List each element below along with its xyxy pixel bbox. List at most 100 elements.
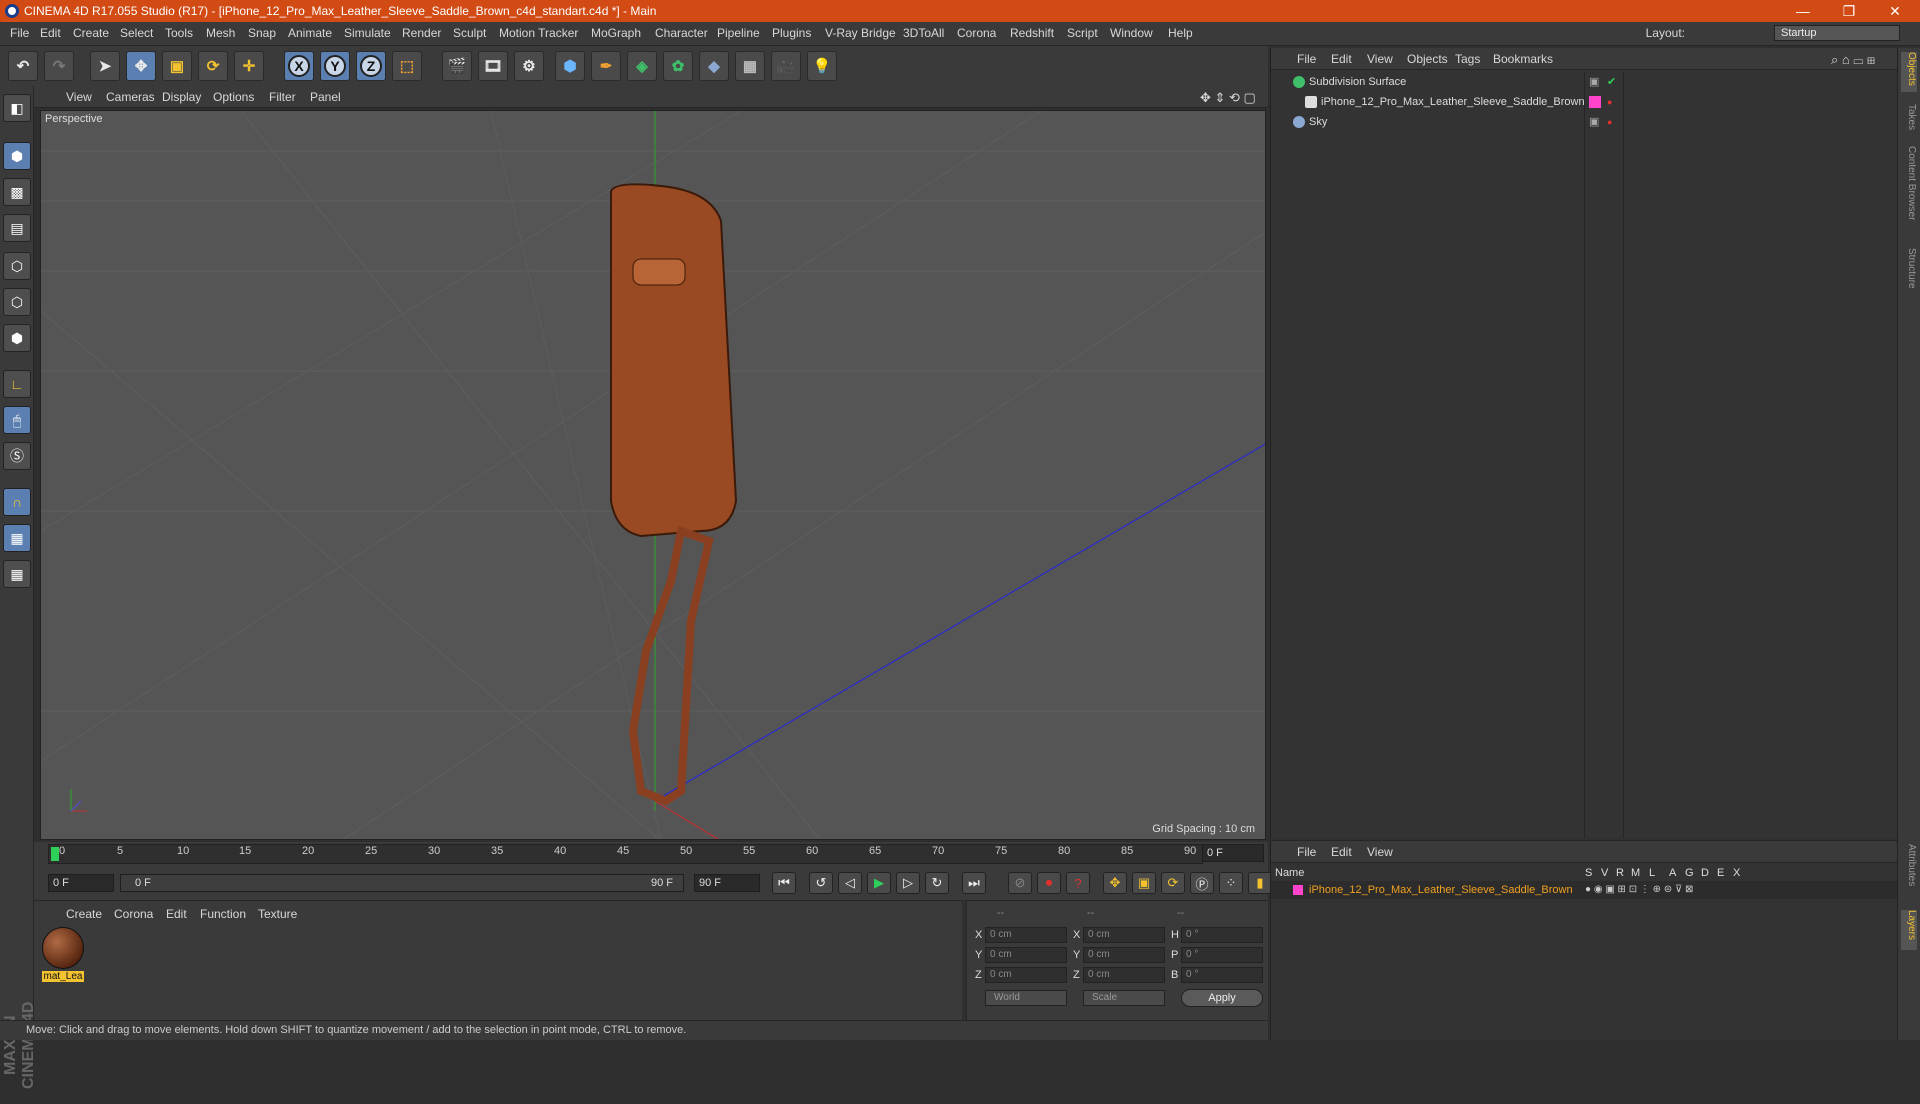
camera-icon[interactable]: 🎥: [771, 51, 801, 81]
tab-objects[interactable]: Objects: [1901, 52, 1917, 92]
visibility-toggle-icon[interactable]: ▣: [1589, 72, 1599, 92]
layer-toggle-icons[interactable]: ● ◉ ▣ ⊞ ⊡ ⋮ ⊕ ⊜ ⊽ ⊠: [1585, 881, 1693, 899]
points-mode-icon[interactable]: ⬡: [3, 252, 31, 280]
layer-color-swatch[interactable]: [1589, 96, 1601, 108]
menu-redshift[interactable]: Redshift: [1010, 26, 1054, 40]
position-z-field[interactable]: 0 cm: [985, 967, 1067, 983]
menu-help[interactable]: Help: [1168, 26, 1193, 40]
go-to-end-icon[interactable]: ⏭: [962, 872, 986, 894]
autokey-icon[interactable]: ?: [1066, 872, 1090, 894]
menu-window[interactable]: Window: [1110, 26, 1153, 40]
coordinate-system-icon[interactable]: ⬚: [392, 51, 422, 81]
object-menu-objects[interactable]: Objects: [1407, 52, 1448, 66]
menu-vray-bridge[interactable]: V-Ray Bridge: [825, 26, 896, 40]
keyframe-selection-icon[interactable]: ⊘: [1008, 872, 1032, 894]
menu-corona[interactable]: Corona: [957, 26, 996, 40]
visibility-dots-icon[interactable]: ●: [1607, 92, 1612, 112]
timeline-window-icon[interactable]: ▮: [1248, 872, 1272, 894]
spline-pen-icon[interactable]: ✒: [591, 51, 621, 81]
key-pla-icon[interactable]: ⁘: [1219, 872, 1243, 894]
edges-mode-icon[interactable]: ⬡: [3, 288, 31, 316]
viewport-menu-display[interactable]: Display: [162, 90, 201, 104]
object-menu-file[interactable]: File: [1297, 52, 1316, 66]
viewport-menu-panel[interactable]: Panel: [310, 90, 341, 104]
undo-icon[interactable]: ↶: [8, 51, 38, 81]
select-arrow-icon[interactable]: ➤: [90, 51, 120, 81]
key-rotation-icon[interactable]: ⟳: [1161, 872, 1185, 894]
viewport-menu-filter[interactable]: Filter: [269, 90, 296, 104]
subdivision-surface-icon[interactable]: ◈: [627, 51, 657, 81]
menu-sculpt[interactable]: Sculpt: [453, 26, 486, 40]
visibility-toggle-icon[interactable]: ▣: [1589, 112, 1599, 132]
playhead-marker[interactable]: [51, 847, 59, 861]
viewport-menu-view[interactable]: View: [66, 90, 92, 104]
polygons-mode-icon[interactable]: ⬢: [3, 324, 31, 352]
play-icon[interactable]: ▶: [867, 872, 891, 894]
object-row[interactable]: iPhone_12_Pro_Max_Leather_Sleeve_Saddle_…: [1273, 92, 1893, 112]
position-x-field[interactable]: 0 cm: [985, 927, 1067, 943]
object-menu-tags[interactable]: Tags: [1455, 52, 1480, 66]
object-menu-edit[interactable]: Edit: [1331, 52, 1352, 66]
cube-primitive-icon[interactable]: ⬢: [555, 51, 585, 81]
menu-render[interactable]: Render: [402, 26, 441, 40]
end-frame-field[interactable]: 90 F: [694, 874, 760, 892]
menu-simulate[interactable]: Simulate: [344, 26, 391, 40]
visibility-dots-icon[interactable]: ●: [1607, 112, 1612, 132]
x-axis-lock-button[interactable]: X: [284, 51, 314, 81]
perspective-viewport[interactable]: Perspective Grid Spacing : 10 cm: [40, 110, 1266, 840]
redo-icon[interactable]: ↷: [44, 51, 74, 81]
workplane-align-icon[interactable]: ▦: [3, 560, 31, 588]
object-search-icon[interactable]: ⌕ ⌂ ▭ ⊞: [1831, 52, 1875, 68]
floor-scene-icon[interactable]: ▦: [735, 51, 765, 81]
material-name[interactable]: mat_Lea: [42, 971, 84, 982]
snapping-icon[interactable]: Ⓢ: [3, 442, 31, 470]
position-y-field[interactable]: 0 cm: [985, 947, 1067, 963]
key-scale-icon[interactable]: ▣: [1132, 872, 1156, 894]
next-frame-icon[interactable]: ▷: [896, 872, 920, 894]
go-to-start-icon[interactable]: ⏮: [772, 872, 796, 894]
z-axis-lock-button[interactable]: Z: [356, 51, 386, 81]
size-y-field[interactable]: 0 cm: [1083, 947, 1165, 963]
tab-structure[interactable]: Structure: [1901, 248, 1917, 298]
y-axis-lock-button[interactable]: Y: [320, 51, 350, 81]
layer-menu-view[interactable]: View: [1367, 845, 1393, 859]
object-row[interactable]: Subdivision Surface ▣ ✔: [1273, 72, 1893, 92]
make-editable-icon[interactable]: ◧: [3, 94, 31, 122]
layer-color-swatch[interactable]: [1293, 885, 1303, 895]
menu-mograph[interactable]: MoGraph: [591, 26, 641, 40]
record-active-icon[interactable]: ⏺: [1037, 872, 1061, 894]
render-view-icon[interactable]: 🎬: [442, 51, 472, 81]
texture-mode-icon[interactable]: ▩: [3, 178, 31, 206]
key-parameter-icon[interactable]: Ⓟ: [1190, 872, 1214, 894]
object-row[interactable]: Sky ▣ ●: [1273, 112, 1893, 132]
menu-script[interactable]: Script: [1067, 26, 1098, 40]
menu-file[interactable]: File: [10, 26, 29, 40]
menu-create[interactable]: Create: [73, 26, 109, 40]
tab-attributes[interactable]: Attributes: [1901, 844, 1917, 904]
layer-menu-edit[interactable]: Edit: [1331, 845, 1352, 859]
magnet-icon[interactable]: ∩: [3, 488, 31, 516]
workplane-mode-icon[interactable]: ▤: [3, 214, 31, 242]
menu-tools[interactable]: Tools: [165, 26, 193, 40]
menu-pipeline[interactable]: Pipeline: [717, 26, 760, 40]
next-key-icon[interactable]: ↻: [925, 872, 949, 894]
key-position-icon[interactable]: ✥: [1103, 872, 1127, 894]
layer-menu-file[interactable]: File: [1297, 845, 1316, 859]
object-menu-bookmarks[interactable]: Bookmarks: [1493, 52, 1553, 66]
workplane-lock-icon[interactable]: ▦: [3, 524, 31, 552]
rotation-h-field[interactable]: 0 °: [1181, 927, 1263, 943]
transform-tool-icon[interactable]: ✛: [234, 51, 264, 81]
tweak-mode-icon[interactable]: 🖱: [3, 406, 31, 434]
start-frame-field[interactable]: 0 F: [48, 874, 114, 892]
minimize-button[interactable]: —: [1780, 0, 1826, 22]
maximize-button[interactable]: ❐: [1826, 0, 1872, 22]
viewport-menu-cameras[interactable]: Cameras: [106, 90, 155, 104]
object-menu-view[interactable]: View: [1367, 52, 1393, 66]
enabled-check-icon[interactable]: ✔: [1607, 72, 1616, 92]
menu-select[interactable]: Select: [120, 26, 153, 40]
menu-plugins[interactable]: Plugins: [772, 26, 811, 40]
render-settings-icon[interactable]: ⚙: [514, 51, 544, 81]
deformer-icon[interactable]: ◆: [699, 51, 729, 81]
tab-takes[interactable]: Takes: [1901, 104, 1917, 134]
menu-3dtoall[interactable]: 3DToAll: [903, 26, 944, 40]
